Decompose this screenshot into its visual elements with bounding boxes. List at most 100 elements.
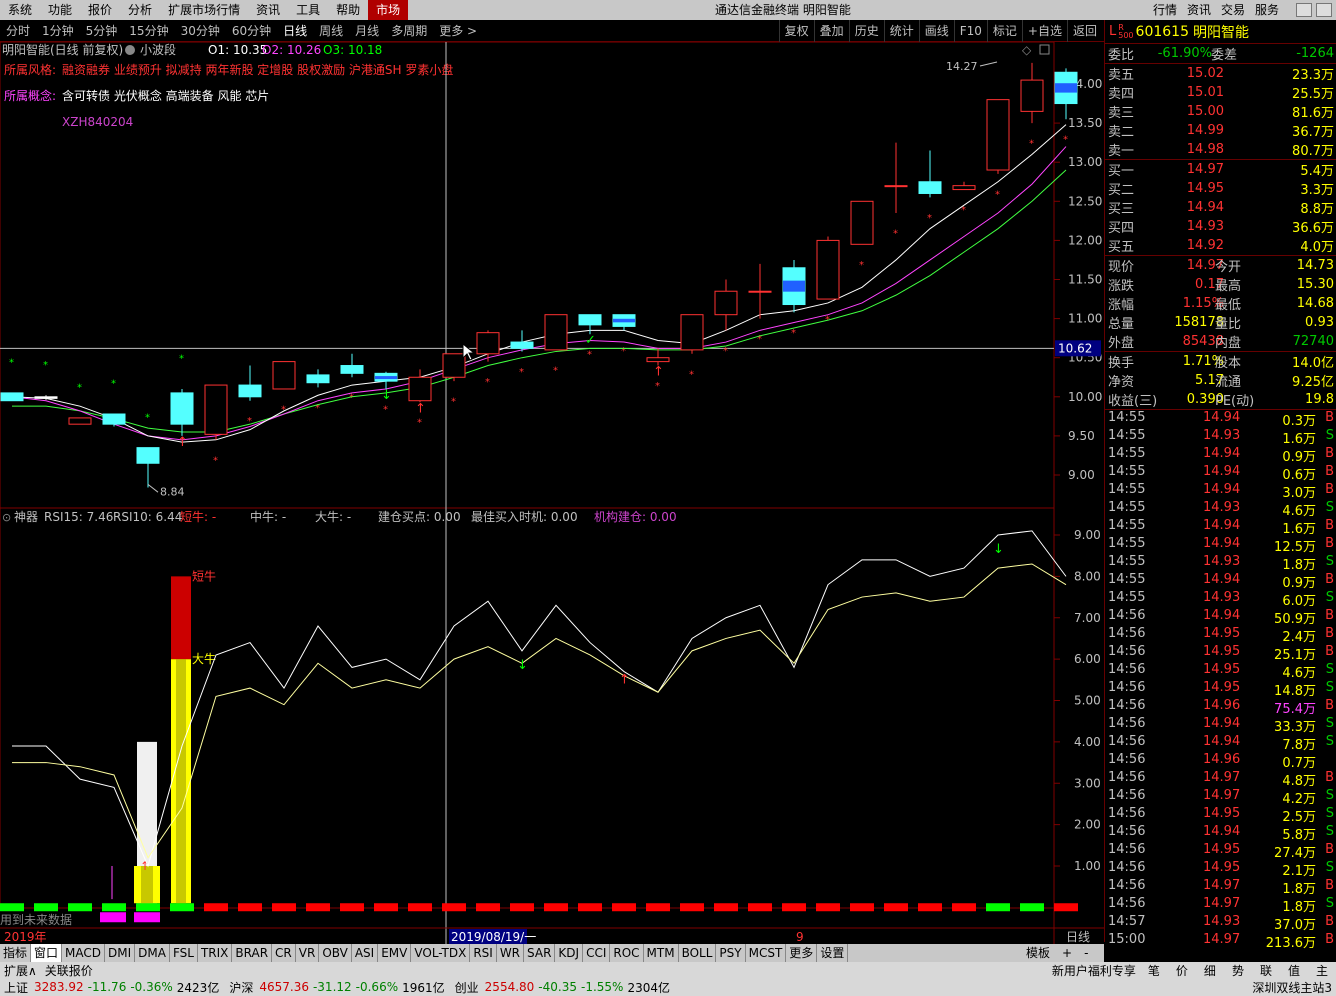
tick-row[interactable]: 14:55 14.94 3.0万 B: [1105, 482, 1336, 501]
tick-row[interactable]: 14:55 14.94 0.3万 B: [1105, 410, 1336, 429]
indicator-tab[interactable]: KDJ: [555, 944, 584, 962]
indicator-tab[interactable]: MCST: [746, 944, 787, 962]
tool-button[interactable]: 历史: [848, 20, 884, 42]
ext-bar-right-item[interactable]: 值: [1280, 962, 1308, 979]
tick-list[interactable]: 14:55 14.94 0.3万 B 14:55 14.93 1.6万 S 14:55 14.94…: [1105, 410, 1336, 951]
tick-row[interactable]: 14:55 14.93 1.8万 S: [1105, 554, 1336, 573]
tick-row[interactable]: 14:56 14.95 2.5万 S: [1105, 806, 1336, 825]
indicator-tab[interactable]: BRAR: [232, 944, 273, 962]
indicator-tab[interactable]: ROC: [610, 944, 644, 962]
tick-row[interactable]: 14:56 14.94 33.3万 S: [1105, 716, 1336, 735]
indicator-tab[interactable]: PSY: [716, 944, 746, 962]
ext-bar-right-item[interactable]: 价: [1168, 962, 1196, 979]
indicator-tab[interactable]: EMV: [378, 944, 412, 962]
tick-row[interactable]: 14:56 14.94 5.8万 S: [1105, 824, 1336, 843]
indicator-tab[interactable]: VOL-TDX: [411, 944, 471, 962]
indicator-tab[interactable]: 更多: [786, 944, 818, 962]
tool-button[interactable]: 返回: [1066, 20, 1102, 42]
tick-row[interactable]: 14:56 14.96 75.4万 B: [1105, 698, 1336, 717]
period-tab[interactable]: 更多 >: [433, 20, 483, 42]
menu-item[interactable]: 扩展市场行情: [160, 0, 248, 20]
tick-row[interactable]: 14:56 14.95 2.1万 S: [1105, 860, 1336, 879]
tick-row[interactable]: 14:56 14.95 25.1万 B: [1105, 644, 1336, 663]
period-tab[interactable]: 60分钟: [226, 20, 277, 42]
tick-row[interactable]: 14:55 14.94 1.6万 B: [1105, 518, 1336, 537]
period-tab[interactable]: 多周期: [385, 20, 433, 42]
period-tab[interactable]: 15分钟: [123, 20, 174, 42]
tick-row[interactable]: 14:56 14.95 4.6万 S: [1105, 662, 1336, 681]
period-tab[interactable]: 日线: [277, 20, 313, 42]
menu-item[interactable]: 功能: [40, 0, 80, 20]
menu-item[interactable]: 工具: [288, 0, 328, 20]
indicator-tab[interactable]: WR: [497, 944, 525, 962]
indicator-tab[interactable]: CCI: [583, 944, 611, 962]
right-menu-item[interactable]: 交易: [1216, 0, 1250, 20]
indicator-tab[interactable]: RSI: [470, 944, 497, 962]
right-menu-item[interactable]: 服务: [1250, 0, 1284, 20]
right-menu-item[interactable]: 行情: [1148, 0, 1182, 20]
tabbar-right-button[interactable]: 模板: [1020, 944, 1056, 962]
tool-button[interactable]: 统计: [883, 20, 919, 42]
indicator-tab[interactable]: MACD: [62, 944, 106, 962]
tick-row[interactable]: 14:56 14.95 27.4万 B: [1105, 842, 1336, 861]
period-tab[interactable]: 30分钟: [175, 20, 226, 42]
ext-bar-item[interactable]: 关联报价: [41, 962, 97, 979]
tool-button[interactable]: F10: [953, 20, 987, 42]
indicator-tab[interactable]: SAR: [524, 944, 556, 962]
indicator-tab[interactable]: CR: [272, 944, 296, 962]
chart-area[interactable]: 14.0013.5013.0012.5012.0011.5011.0010.50…: [0, 42, 1104, 944]
menu-item[interactable]: 分析: [120, 0, 160, 20]
menu-item[interactable]: 帮助: [328, 0, 368, 20]
tick-row[interactable]: 14:56 14.94 50.9万 B: [1105, 608, 1336, 627]
right-menu-item[interactable]: 资讯: [1182, 0, 1216, 20]
period-tab[interactable]: 周线: [313, 20, 349, 42]
tick-row[interactable]: 15:00 14.97 213.6万 B: [1105, 932, 1336, 951]
tick-row[interactable]: 14:56 14.95 2.4万 B: [1105, 626, 1336, 645]
indicator-tab[interactable]: 窗口: [31, 944, 63, 962]
tool-button[interactable]: 复权: [778, 20, 814, 42]
tick-row[interactable]: 14:55 14.93 6.0万 S: [1105, 590, 1336, 609]
indicator-tab[interactable]: MTM: [644, 944, 679, 962]
indicator-tab[interactable]: ASI: [352, 944, 379, 962]
tick-row[interactable]: 14:56 14.97 1.8万 B: [1105, 878, 1336, 897]
ext-bar-right-item[interactable]: 笔: [1140, 962, 1168, 979]
ext-bar-item[interactable]: 扩展∧: [0, 962, 41, 979]
indicator-tab[interactable]: DMI: [105, 944, 136, 962]
indicator-tab[interactable]: BOLL: [679, 944, 717, 962]
tick-row[interactable]: 14:55 14.93 4.6万 S: [1105, 500, 1336, 519]
tabbar-right-button[interactable]: +: [1056, 944, 1078, 962]
tick-row[interactable]: 14:55 14.94 0.9万 B: [1105, 572, 1336, 591]
tick-row[interactable]: 14:55 14.94 12.5万 B: [1105, 536, 1336, 555]
ext-bar-right-item[interactable]: 新用户福利专享: [1048, 962, 1140, 979]
ext-bar-right-item[interactable]: 主: [1308, 962, 1336, 979]
tick-row[interactable]: 14:56 14.94 7.8万 S: [1105, 734, 1336, 753]
menu-item[interactable]: 资讯: [248, 0, 288, 20]
tick-row[interactable]: 14:55 14.93 1.6万 S: [1105, 428, 1336, 447]
indicator-tab[interactable]: DMA: [135, 944, 170, 962]
minimize-button[interactable]: [1296, 3, 1312, 17]
maximize-button[interactable]: [1316, 3, 1332, 17]
tool-button[interactable]: 画线: [918, 20, 954, 42]
indicator-tab[interactable]: VR: [296, 944, 320, 962]
ext-bar-right-item[interactable]: 细: [1196, 962, 1224, 979]
ext-bar-right-item[interactable]: 势: [1224, 962, 1252, 979]
tick-row[interactable]: 14:55 14.94 0.6万 B: [1105, 464, 1336, 483]
tick-row[interactable]: 14:56 14.97 4.2万 S: [1105, 788, 1336, 807]
menu-item[interactable]: 市场: [368, 0, 409, 20]
period-tab[interactable]: 5分钟: [80, 20, 124, 42]
indicator-tab[interactable]: FSL: [170, 944, 198, 962]
indicator-tab[interactable]: 设置: [817, 944, 849, 962]
tick-row[interactable]: 14:55 14.94 0.9万 B: [1105, 446, 1336, 465]
tool-button[interactable]: 叠加: [813, 20, 849, 42]
ext-bar-right-item[interactable]: 联: [1252, 962, 1280, 979]
tick-row[interactable]: 14:56 14.95 14.8万 S: [1105, 680, 1336, 699]
tabbar-right-button[interactable]: -: [1078, 944, 1094, 962]
tick-row[interactable]: 14:56 14.97 4.8万 B: [1105, 770, 1336, 789]
indicator-tab[interactable]: TRIX: [198, 944, 233, 962]
tick-row[interactable]: 14:56 14.96 0.7万: [1105, 752, 1336, 771]
menu-item[interactable]: 报价: [80, 0, 120, 20]
tick-row[interactable]: 14:56 14.97 1.8万 S: [1105, 896, 1336, 915]
tick-row[interactable]: 14:57 14.93 37.0万 B: [1105, 914, 1336, 933]
tool-button[interactable]: 标记: [986, 20, 1022, 42]
period-tab[interactable]: 月线: [349, 20, 385, 42]
